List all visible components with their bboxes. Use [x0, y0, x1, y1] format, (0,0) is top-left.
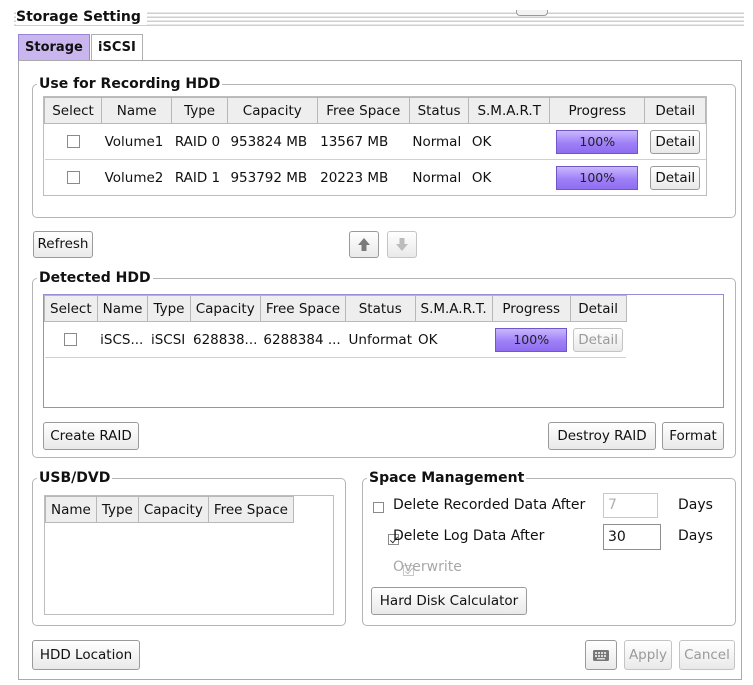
cell-status: Normal	[409, 123, 469, 160]
cell-smart: OK	[415, 321, 493, 358]
col-smart[interactable]: S.M.A.R.T.	[414, 295, 493, 322]
hard-disk-calculator-button[interactable]: Hard Disk Calculator	[371, 587, 527, 615]
col-status[interactable]: Status	[345, 295, 416, 322]
delete-recorded-checkbox[interactable]	[373, 502, 384, 513]
move-up-button[interactable]	[349, 231, 379, 258]
table-row[interactable]: iSCS... iSCSI 628838... 6288384 ... Unfo…	[44, 321, 626, 358]
move-down-button[interactable]	[387, 231, 417, 258]
delete-log-label: Delete Log Data After	[393, 528, 545, 544]
cell-name: Volume2	[101, 159, 172, 195]
delete-log-days-input[interactable]: 30	[603, 524, 661, 550]
col-free-space[interactable]: Free Space	[207, 496, 294, 523]
progress-bar: 100%	[556, 129, 639, 154]
col-detail[interactable]: Detail	[644, 97, 706, 124]
create-raid-button[interactable]: Create RAID	[43, 422, 139, 450]
col-capacity[interactable]: Capacity	[189, 295, 261, 322]
cell-free-space: 20223 MB	[317, 159, 410, 195]
cell-capacity: 628838...	[190, 321, 261, 358]
detected-hdd-legend: Detected HDD	[39, 270, 151, 286]
col-progress[interactable]: Progress	[491, 295, 571, 322]
days-label: Days	[678, 497, 713, 513]
delete-recorded-label: Delete Recorded Data After	[393, 497, 586, 513]
cancel-button[interactable]: Cancel	[679, 640, 735, 670]
col-select[interactable]: Select	[44, 295, 98, 322]
recording-hdd-legend: Use for Recording HDD	[39, 76, 221, 92]
col-name[interactable]: Name	[96, 295, 149, 322]
table-header: Name Type Capacity Free Space	[45, 496, 294, 523]
col-type[interactable]: Type	[147, 295, 191, 322]
cell-status: Normal	[409, 159, 469, 195]
col-smart[interactable]: S.M.A.R.T	[468, 97, 551, 124]
refresh-button[interactable]: Refresh	[33, 231, 93, 258]
col-type[interactable]: Type	[95, 496, 139, 523]
col-name[interactable]: Name	[45, 496, 97, 523]
cell-name: iSCS...	[97, 321, 148, 358]
cell-capacity: 953792 MB	[227, 159, 318, 195]
table-header: Select Name Type Capacity Free Space Sta…	[44, 97, 706, 124]
usb-dvd-table: Name Type Capacity Free Space	[44, 495, 334, 615]
col-status[interactable]: Status	[408, 97, 470, 124]
keyboard-icon	[593, 650, 609, 661]
days-label: Days	[678, 528, 713, 544]
space-management-legend: Space Management	[369, 470, 525, 486]
cell-smart: OK	[468, 123, 550, 160]
row-select-checkbox[interactable]	[66, 171, 80, 184]
apply-button[interactable]: Apply	[624, 640, 672, 670]
col-select[interactable]: Select	[44, 97, 103, 124]
arrow-down-icon	[396, 238, 408, 251]
title-notch	[516, 10, 548, 16]
table-row[interactable]: Volume1 RAID 0 953824 MB 13567 MB Normal…	[44, 123, 706, 160]
cell-free-space: 6288384 ...	[260, 321, 346, 358]
cell-capacity: 953824 MB	[227, 123, 318, 160]
detail-button[interactable]: Detail	[573, 327, 623, 352]
detail-button[interactable]: Detail	[650, 165, 701, 190]
col-free-space[interactable]: Free Space	[259, 295, 347, 322]
col-free-space[interactable]: Free Space	[316, 97, 410, 124]
table-header: Select Name Type Capacity Free Space Sta…	[44, 295, 627, 322]
keyboard-button[interactable]	[585, 640, 617, 670]
progress-bar: 100%	[556, 165, 639, 190]
cell-smart: OK	[468, 159, 550, 195]
table-row[interactable]: Volume2 RAID 1 953792 MB 20223 MB Normal…	[44, 159, 706, 195]
cell-status: Unformat	[345, 321, 415, 358]
arrow-up-icon	[358, 238, 370, 251]
row-select-checkbox[interactable]	[64, 333, 78, 346]
recording-hdd-table: Select Name Type Capacity Free Space Sta…	[43, 96, 707, 196]
cell-free-space: 13567 MB	[317, 123, 410, 160]
col-capacity[interactable]: Capacity	[226, 97, 318, 124]
col-type[interactable]: Type	[171, 97, 228, 124]
overwrite-label: Overwrite	[393, 559, 462, 575]
format-button[interactable]: Format	[662, 422, 724, 450]
delete-recorded-days-input[interactable]: 7	[603, 493, 658, 518]
progress-bar: 100%	[495, 327, 568, 352]
col-progress[interactable]: Progress	[549, 97, 646, 124]
cell-type: RAID 1	[171, 159, 228, 195]
cell-type: RAID 0	[171, 123, 228, 160]
usb-dvd-legend: USB/DVD	[39, 470, 111, 486]
hdd-location-button[interactable]: HDD Location	[32, 640, 140, 670]
detail-button[interactable]: Detail	[650, 129, 701, 154]
row-select-checkbox[interactable]	[66, 135, 80, 148]
tab-storage[interactable]: Storage	[18, 34, 90, 60]
col-capacity[interactable]: Capacity	[137, 496, 209, 523]
cell-type: iSCSI	[147, 321, 190, 358]
window-title: Storage Setting	[16, 9, 147, 25]
col-name[interactable]: Name	[101, 97, 173, 124]
detected-hdd-table: Select Name Type Capacity Free Space Sta…	[43, 294, 724, 408]
col-detail[interactable]: Detail	[569, 295, 627, 322]
tab-iscsi[interactable]: iSCSI	[91, 34, 143, 60]
destroy-raid-button[interactable]: Destroy RAID	[548, 422, 656, 450]
cell-name: Volume1	[101, 123, 172, 160]
